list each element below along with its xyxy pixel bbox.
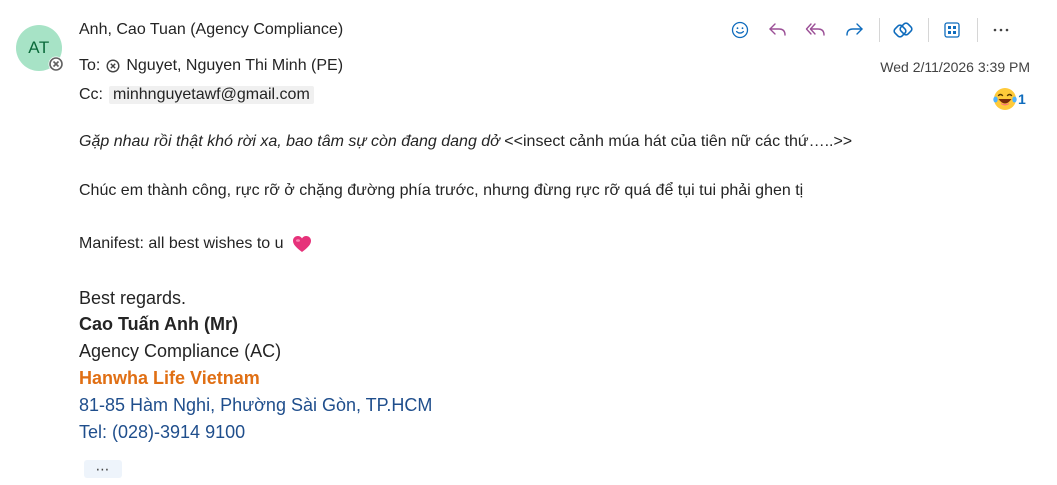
signature-address: 81-85 Hàm Nghi, Phường Sài Gòn, TP.HCM <box>79 395 433 415</box>
signature-phone: Tel: (028)-3914 9100 <box>79 422 246 442</box>
toolbar-divider <box>879 18 880 42</box>
cc-recipient[interactable]: minhnguyetawf@gmail.com <box>109 86 314 104</box>
reaction-count: 1 <box>1018 91 1026 107</box>
signature-closing: Best regards. <box>79 288 187 308</box>
heart-icon <box>292 236 311 252</box>
body-line-3-text: Manifest: all best wishes to u <box>79 235 284 252</box>
more-icon[interactable] <box>986 15 1016 45</box>
to-label: To: <box>79 57 101 74</box>
signature-name: Cao Tuấn Anh (Mr) <box>79 314 238 334</box>
avatar-initials: AT <box>28 38 50 57</box>
to-line: To: Nguyet, Nguyen Thi Minh (PE) <box>79 57 343 75</box>
body-line-1: Gặp nhau rồi thật khó rời xa, bao tâm sự… <box>79 133 852 151</box>
cc-line: Cc: minhnguyetawf@gmail.com <box>79 86 314 104</box>
reply-all-icon[interactable] <box>801 15 831 45</box>
signature-department: Agency Compliance (AC) <box>79 341 282 361</box>
body-line-3: Manifest: all best wishes to u <box>79 235 312 253</box>
to-recipient[interactable]: Nguyet, Nguyen Thi Minh (PE) <box>126 57 343 75</box>
blocked-recipient-icon <box>106 59 120 73</box>
forward-icon[interactable] <box>839 15 869 45</box>
reply-icon[interactable] <box>763 15 793 45</box>
toolbar-divider-3 <box>977 18 978 42</box>
timestamp: Wed 2/11/2026 3:39 PM <box>880 59 1030 75</box>
body-line-1-suffix: <<insect cảnh múa hát của tiên nữ các th… <box>499 133 853 150</box>
signature-company: Hanwha Life Vietnam <box>79 368 260 388</box>
body-line-1-italic: Gặp nhau rồi thật khó rời xa, bao tâm sự… <box>79 133 500 150</box>
reaction-summary[interactable]: 1 <box>992 86 1026 112</box>
emoji-icon[interactable] <box>725 15 755 45</box>
loop-icon[interactable] <box>888 15 918 45</box>
blocked-presence-icon <box>48 56 64 72</box>
body-line-2: Chúc em thành công, rực rỡ ở chặng đường… <box>79 182 804 199</box>
toolbar-divider-2 <box>928 18 929 42</box>
cc-label: Cc: <box>79 86 103 103</box>
message-toolbar <box>725 14 1024 46</box>
show-trimmed-content-button[interactable]: ⋯ <box>84 460 122 478</box>
apps-icon[interactable] <box>937 15 967 45</box>
laughing-emoji-icon <box>993 88 1017 110</box>
sender-name[interactable]: Anh, Cao Tuan (Agency Compliance) <box>79 21 343 39</box>
